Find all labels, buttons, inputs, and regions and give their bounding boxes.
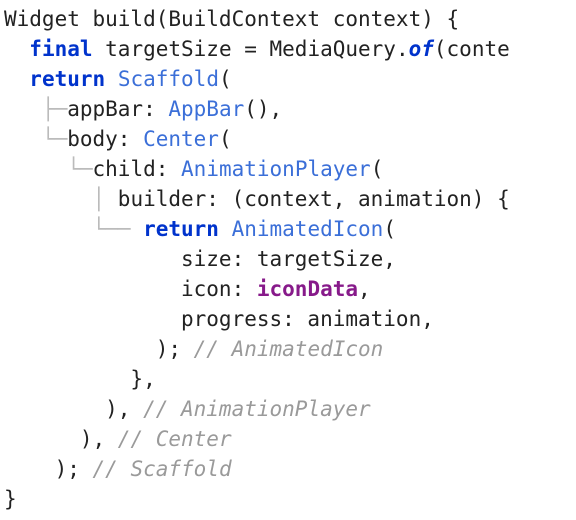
code-line: } (4, 487, 17, 511)
type-appbar: AppBar (168, 97, 244, 121)
code-line: └─child: AnimationPlayer( (4, 157, 383, 181)
code-line: ), // Center (4, 427, 232, 451)
code-line: size: targetSize, (4, 247, 396, 271)
code-text (4, 67, 29, 91)
code-text: ( (383, 217, 396, 241)
tree-guide: │ (4, 187, 118, 211)
code-text (105, 67, 118, 91)
code-line: final targetSize = MediaQuery.of(conte (4, 37, 510, 61)
code-text: ), (4, 427, 118, 451)
comment-animationplayer: // AnimationPlayer (143, 397, 371, 421)
keyword-final: final (29, 37, 92, 61)
tree-guide: └─ (4, 157, 93, 181)
tree-guide: └── (4, 217, 143, 241)
code-editor[interactable]: Widget build(BuildContext context) { fin… (0, 0, 576, 514)
property-icondata: iconData (257, 277, 358, 301)
code-text: ); (4, 457, 93, 481)
tree-guide: ├─ (4, 97, 67, 121)
code-line: progress: animation, (4, 307, 434, 331)
comment-scaffold: // Scaffold (93, 457, 232, 481)
code-text: , (358, 277, 371, 301)
code-text: ), (4, 397, 143, 421)
type-center: Center (143, 127, 219, 151)
type-animatedicon: AnimatedIcon (232, 217, 384, 241)
code-text: icon: (4, 277, 257, 301)
code-text: ( (219, 67, 232, 91)
code-line: }, (4, 367, 156, 391)
code-text: builder: (context, animation) { (118, 187, 510, 211)
code-text: body: (67, 127, 143, 151)
code-line: └── return AnimatedIcon( (4, 217, 396, 241)
code-text: ( (219, 127, 232, 151)
code-text: (conte (434, 37, 510, 61)
code-line: │ builder: (context, animation) { (4, 187, 510, 211)
code-text: ); (4, 337, 194, 361)
type-scaffold: Scaffold (118, 67, 219, 91)
code-line: └─body: Center( (4, 127, 232, 151)
code-text: }, (4, 367, 156, 391)
code-text: child: (93, 157, 182, 181)
keyword-return: return (143, 217, 219, 241)
tree-guide: └─ (4, 127, 67, 151)
keyword-return: return (29, 67, 105, 91)
code-text: Widget build(BuildContext context) { (4, 7, 459, 31)
code-line: ); // Scaffold (4, 457, 232, 481)
code-text: size: targetSize, (4, 247, 396, 271)
code-text: } (4, 487, 17, 511)
code-line: ), // AnimationPlayer (4, 397, 371, 421)
code-line: icon: iconData, (4, 277, 371, 301)
code-line: ├─appBar: AppBar(), (4, 97, 282, 121)
code-text: progress: animation, (4, 307, 434, 331)
comment-animatedicon: // AnimatedIcon (194, 337, 384, 361)
type-animationplayer: AnimationPlayer (181, 157, 371, 181)
code-line: return Scaffold( (4, 67, 232, 91)
code-text: appBar: (67, 97, 168, 121)
code-text: (), (244, 97, 282, 121)
keyword-of: of (409, 37, 434, 61)
code-text: targetSize = MediaQuery. (93, 37, 409, 61)
code-text (4, 37, 29, 61)
code-line: ); // AnimatedIcon (4, 337, 383, 361)
code-text (219, 217, 232, 241)
code-text: ( (371, 157, 384, 181)
code-line: Widget build(BuildContext context) { (4, 7, 459, 31)
comment-center: // Center (118, 427, 232, 451)
